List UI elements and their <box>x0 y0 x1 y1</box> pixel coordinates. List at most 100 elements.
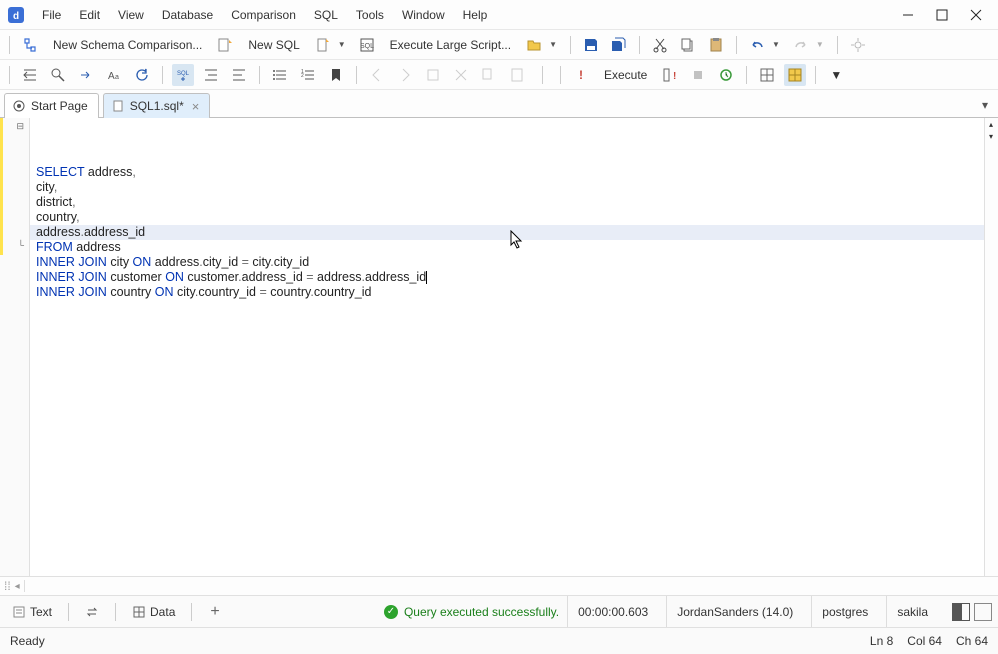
menu-edit[interactable]: Edit <box>71 4 108 26</box>
indent-lines-icon[interactable] <box>200 64 222 86</box>
status-text: Ready <box>10 634 45 648</box>
cut-icon[interactable] <box>649 34 671 56</box>
paste-results-icon[interactable] <box>506 64 528 86</box>
prev-bookmark-icon[interactable] <box>366 64 388 86</box>
results-text-tab[interactable]: Text <box>6 601 58 623</box>
code-line[interactable]: district, <box>36 195 992 210</box>
menu-help[interactable]: Help <box>455 4 496 26</box>
exec-large-script-icon[interactable]: SQL <box>356 34 378 56</box>
tab-label: Data <box>150 605 175 619</box>
query-profile-icon[interactable] <box>715 64 737 86</box>
dropdown-caret-icon[interactable]: ▼ <box>545 40 561 49</box>
code-line[interactable]: FROM address <box>36 240 992 255</box>
bookmark-icon[interactable] <box>325 64 347 86</box>
split-collapse-down-icon[interactable]: ▾ <box>985 132 997 141</box>
execute-large-script-button[interactable]: Execute Large Script... <box>384 36 517 54</box>
menu-file[interactable]: File <box>34 4 69 26</box>
next-bookmark-icon[interactable] <box>394 64 416 86</box>
svg-text:!: ! <box>673 71 676 82</box>
svg-text:2: 2 <box>301 73 304 79</box>
new-sql-icon[interactable] <box>214 34 236 56</box>
tab-label: Text <box>30 605 52 619</box>
tab-label: Start Page <box>31 99 88 113</box>
redo-dropdown[interactable]: ▼ <box>790 34 828 56</box>
layout-split-icon[interactable] <box>952 603 970 621</box>
dropdown-caret-icon[interactable]: ▼ <box>768 40 784 49</box>
main-toolbar: New Schema Comparison... New SQL ▼ SQL E… <box>0 30 998 60</box>
code-line[interactable]: SELECT address, <box>36 165 992 180</box>
code-area[interactable]: SELECT address,city,district,country,add… <box>30 118 998 576</box>
new-dropdown[interactable]: ▼ <box>312 34 350 56</box>
font-size-icon[interactable]: Aa <box>103 64 125 86</box>
toggle-bookmark-icon[interactable] <box>422 64 444 86</box>
close-icon[interactable] <box>970 9 982 21</box>
undo-dropdown[interactable]: ▼ <box>746 34 784 56</box>
drag-handle-icon[interactable]: ⁞⁞ <box>0 579 15 593</box>
document-tabs: Start Page SQL1.sql* × ▾ <box>0 90 998 118</box>
execute-icon[interactable]: ! <box>570 64 592 86</box>
add-tab-button[interactable]: + <box>202 603 227 621</box>
save-all-icon[interactable] <box>608 34 630 56</box>
menu-window[interactable]: Window <box>394 4 453 26</box>
copy-icon[interactable] <box>677 34 699 56</box>
sql-file-icon <box>112 100 124 112</box>
code-line[interactable]: city, <box>36 180 992 195</box>
execute-current-icon[interactable]: ! <box>659 64 681 86</box>
clear-bookmarks-icon[interactable] <box>450 64 472 86</box>
results-refresh-button[interactable] <box>79 601 105 623</box>
code-line[interactable]: address.address_id <box>36 225 992 240</box>
results-bar: Text Data + ✓ Query executed successfull… <box>0 596 998 628</box>
menu-comparison[interactable]: Comparison <box>223 4 304 26</box>
window-buttons <box>902 9 992 21</box>
tab-close-icon[interactable]: × <box>190 99 200 114</box>
elapsed-time: 00:00:00.603 <box>567 596 658 627</box>
horizontal-scrollbar[interactable]: ⁞⁞ ◂ <box>0 576 998 596</box>
code-line[interactable]: INNER JOIN city ON address.city_id = cit… <box>36 255 992 270</box>
grid-icon[interactable] <box>756 64 778 86</box>
code-line[interactable]: country, <box>36 210 992 225</box>
new-sql-button[interactable]: New SQL <box>242 36 305 54</box>
list-icon[interactable] <box>269 64 291 86</box>
menu-tools[interactable]: Tools <box>348 4 392 26</box>
execute-button[interactable]: Execute <box>598 66 653 84</box>
new-doc-icon[interactable] <box>312 34 334 56</box>
save-icon[interactable] <box>580 34 602 56</box>
tabs-dropdown-icon[interactable]: ▾ <box>976 93 994 117</box>
results-data-tab[interactable]: Data <box>126 601 181 623</box>
tab-start-page[interactable]: Start Page <box>4 93 99 118</box>
split-collapse-up-icon[interactable]: ▴ <box>985 120 997 129</box>
tab-sql1[interactable]: SQL1.sql* × <box>103 93 211 118</box>
code-line[interactable]: INNER JOIN country ON city.country_id = … <box>36 285 992 300</box>
editor-gutter: ⊟ └ <box>0 118 30 576</box>
format-sql-icon[interactable]: SQL <box>172 64 194 86</box>
stop-icon[interactable] <box>687 64 709 86</box>
open-dropdown[interactable]: ▼ <box>523 34 561 56</box>
grid-highlighted-icon[interactable] <box>784 64 806 86</box>
open-folder-icon[interactable] <box>523 34 545 56</box>
refresh-icon[interactable] <box>131 64 153 86</box>
copy-results-icon[interactable] <box>478 64 500 86</box>
dropdown-caret-icon[interactable]: ▼ <box>334 40 350 49</box>
schema-compare-icon[interactable] <box>19 34 41 56</box>
outdent-icon[interactable] <box>19 64 41 86</box>
new-schema-comparison-button[interactable]: New Schema Comparison... <box>47 36 208 54</box>
code-line[interactable]: INNER JOIN customer ON customer.address_… <box>36 270 992 285</box>
menu-view[interactable]: View <box>110 4 152 26</box>
undo-icon[interactable] <box>746 34 768 56</box>
fold-icon[interactable]: ⊟ <box>16 121 24 132</box>
layout-full-icon[interactable] <box>974 603 992 621</box>
paste-icon[interactable] <box>705 34 727 56</box>
cursor-ch: Ch 64 <box>956 634 988 648</box>
settings-icon[interactable] <box>847 34 869 56</box>
outdent-lines-icon[interactable] <box>228 64 250 86</box>
menu-sql[interactable]: SQL <box>306 4 346 26</box>
numbered-list-icon[interactable]: 12 <box>297 64 319 86</box>
menu-database[interactable]: Database <box>154 4 221 26</box>
find-icon[interactable] <box>47 64 69 86</box>
connection-name: JordanSanders (14.0) <box>666 596 803 627</box>
more-options-dropdown[interactable]: ▼ <box>825 64 847 86</box>
maximize-icon[interactable] <box>936 9 948 21</box>
go-to-icon[interactable] <box>75 64 97 86</box>
cursor-col: Col 64 <box>907 634 942 648</box>
minimize-icon[interactable] <box>902 9 914 21</box>
